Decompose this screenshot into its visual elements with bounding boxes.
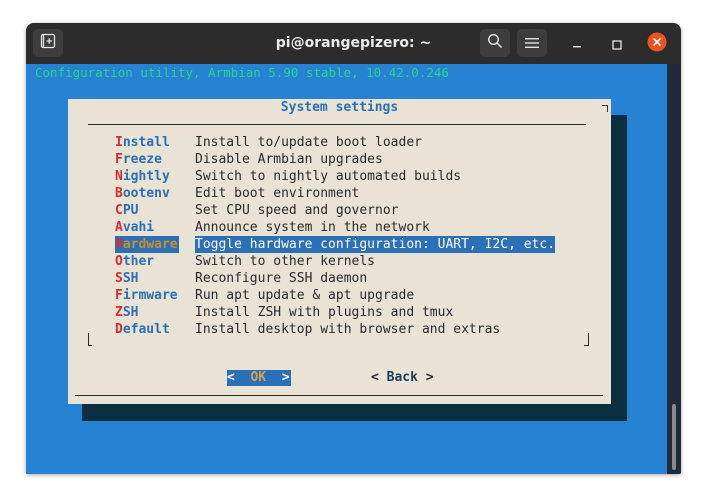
menu-border-bottom-left: [88, 345, 92, 346]
ok-label: OK: [242, 370, 274, 385]
terminal-area[interactable]: Configuration utility, Armbian 5.90 stab…: [26, 64, 681, 474]
menu-item-tag-rest: ardware: [122, 237, 178, 252]
menu-item-description: Set CPU speed and governor: [195, 203, 399, 218]
menu-item-tag: ZSH: [115, 304, 179, 321]
minimize-button[interactable]: [565, 32, 589, 56]
scrollbar-thumb[interactable]: [672, 404, 676, 470]
back-left-bracket: <: [371, 370, 387, 385]
new-tab-icon: [40, 33, 56, 53]
menu-item-tag: Bootenv: [115, 185, 179, 202]
menu-item-tag-rest: nstall: [122, 135, 170, 150]
ok-button[interactable]: < OK >: [227, 370, 291, 386]
title-bar[interactable]: pi@orangepizero: ~: [26, 23, 681, 64]
menu-item-hotkey: O: [115, 254, 123, 269]
scrollbar[interactable]: [667, 64, 681, 474]
menu-item-hotkey: N: [115, 169, 123, 184]
menu-item-description: Install desktop with browser and extras: [195, 322, 501, 337]
menu-item-hotkey: Z: [115, 305, 123, 320]
hamburger-menu-icon: [525, 34, 539, 53]
menu-item-tag-rest: PU: [122, 203, 139, 218]
menu-item-hotkey: S: [115, 271, 123, 286]
menu-item-tag-rest: ther: [122, 254, 155, 269]
menu-item-tag: Nightly: [115, 168, 179, 185]
search-icon: [487, 33, 503, 53]
menu-item-hotkey: D: [115, 322, 123, 337]
menu-item-description: Install ZSH with plugins and tmux: [195, 305, 454, 320]
menu-item-description: Switch to other kernels: [195, 254, 376, 269]
menu-item-tag: SSH: [115, 270, 179, 287]
menu-item-hotkey: A: [115, 220, 123, 235]
menu-item-tag-rest: reeze: [122, 152, 162, 167]
menu-item-description: Announce system in the network: [195, 220, 430, 235]
menu-item-tag: Hardware: [115, 236, 179, 253]
close-button[interactable]: [645, 32, 669, 56]
menu-item-description: Edit boot environment: [195, 186, 360, 201]
minimize-icon: [572, 35, 582, 54]
menu-box: Install Install to/update boot loader Free…: [88, 124, 589, 346]
menu-item-hotkey: F: [115, 288, 123, 303]
menu-item-hotkey: C: [115, 203, 123, 218]
new-tab-button[interactable]: [33, 29, 63, 57]
menu-item-description: Toggle hardware configuration: UART, I2C…: [195, 236, 556, 253]
menu-item-tag: CPU: [115, 202, 179, 219]
menu-item-tag: Other: [115, 253, 179, 270]
search-button[interactable]: [480, 29, 510, 57]
menu-item-description: Switch to nightly automated builds: [195, 169, 462, 184]
ok-right-bracket: >: [273, 370, 290, 385]
maximize-icon: [612, 35, 622, 54]
menu-item-tag-rest: SH: [122, 305, 139, 320]
menu-button[interactable]: [517, 29, 547, 57]
menu-item-tag: Freeze: [115, 151, 179, 168]
menu-item-description: Reconfigure SSH daemon: [195, 271, 368, 286]
menu-item-tag-rest: vahi: [122, 220, 155, 235]
menu-item-tag: Firmware: [115, 287, 179, 304]
menu-border-right: [584, 333, 589, 346]
ok-left-bracket: <: [227, 370, 243, 385]
menu-item-description: Disable Armbian upgrades: [195, 152, 383, 167]
dialog-corner: [602, 105, 608, 112]
system-settings-dialog: System settings Install Install to/update…: [68, 99, 611, 404]
menu-item-description: Install to/update boot loader: [195, 135, 422, 150]
menu-border-left: [88, 333, 89, 345]
backtitle: Configuration utility, Armbian 5.90 stab…: [35, 65, 449, 80]
menu-item-hotkey: H: [115, 237, 123, 252]
back-label: Back: [386, 370, 418, 385]
back-button[interactable]: < Back >: [371, 370, 434, 386]
menu-item-hotkey: I: [115, 135, 123, 150]
menu-item-hotkey: B: [115, 186, 123, 201]
terminal-window: pi@orangepizero: ~ Configuration utility…: [26, 23, 681, 474]
close-icon: [647, 32, 667, 56]
menu-item-tag: Avahi: [115, 219, 179, 236]
back-right-bracket: >: [417, 370, 434, 385]
dialog-title: System settings: [280, 100, 399, 115]
menu-item-tag-rest: irmware: [122, 288, 178, 303]
menu-item-tag-rest: ootenv: [122, 186, 170, 201]
armbian-config-screen: Configuration utility, Armbian 5.90 stab…: [26, 64, 667, 474]
maximize-button[interactable]: [605, 32, 629, 56]
dialog-bottom-separator: [75, 395, 603, 396]
menu-item-hotkey: F: [115, 152, 123, 167]
menu-item-tag-rest: ightly: [122, 169, 170, 184]
menu-item-tag: Default: [115, 321, 179, 338]
menu-item-description: Run apt update & apt upgrade: [195, 288, 415, 303]
menu-item-tag-rest: SH: [122, 271, 139, 286]
menu-item-tag-rest: efault: [122, 322, 170, 337]
menu-item-tag: Install: [115, 134, 179, 151]
